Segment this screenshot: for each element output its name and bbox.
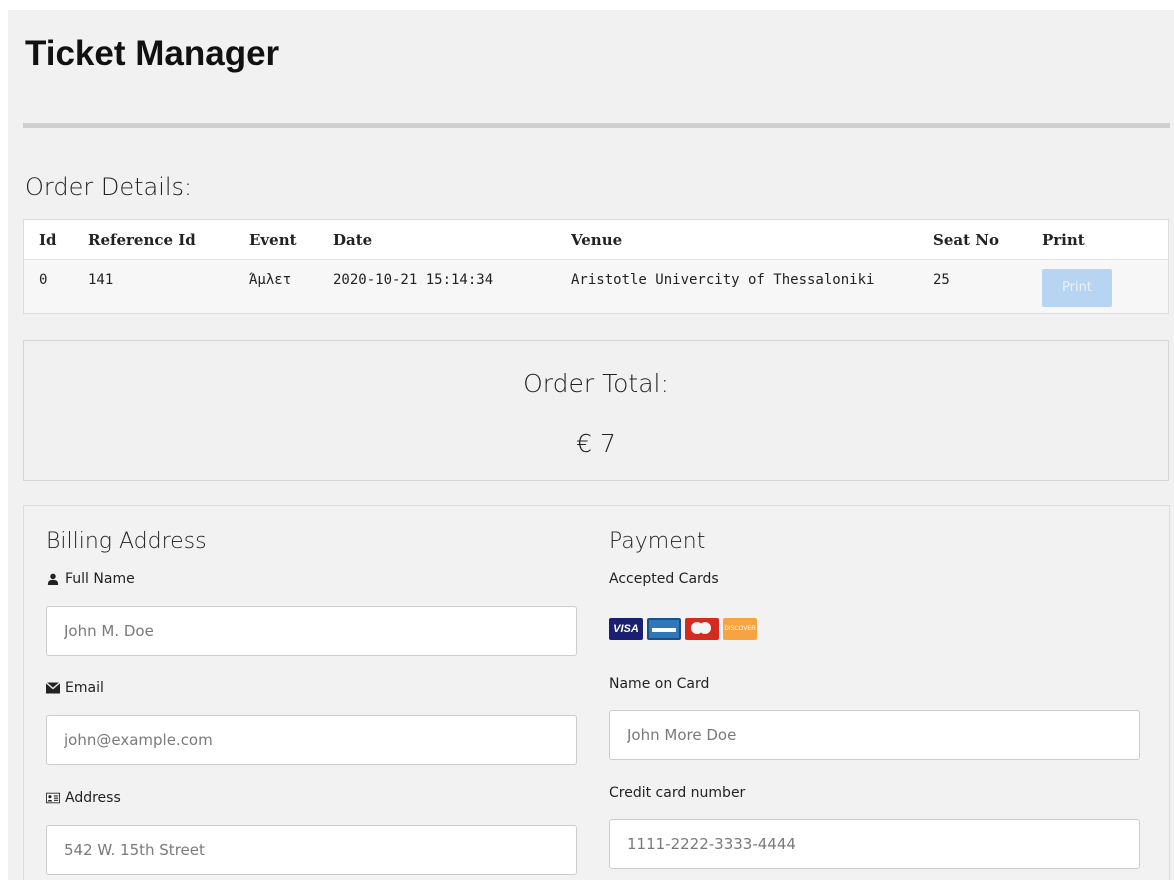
cell-reference-id: 141: [88, 272, 114, 288]
cell-event: Άμλετ: [249, 272, 292, 288]
cell-venue: Aristotle Univercity of Thessaloniki: [571, 272, 875, 288]
envelope-icon: [46, 682, 60, 694]
name-on-card-input[interactable]: [609, 710, 1140, 760]
amex-card-icon: [647, 618, 681, 640]
cell-print: Print: [1027, 260, 1168, 314]
column-header-reference-id: Reference Id: [73, 220, 234, 260]
full-name-label-text: Full Name: [65, 571, 135, 587]
column-header-print: Print: [1027, 220, 1168, 260]
order-total-box: Order Total: € 7: [23, 340, 1169, 481]
table-row: 0 141 Άμλετ 2020-10-21 15:14:34 Aristotl…: [24, 260, 1168, 314]
order-table-container: Id Reference Id Event Date Venue Seat No…: [23, 219, 1169, 314]
column-header-date: Date: [318, 220, 556, 260]
discover-card-icon: DISCOVER: [723, 618, 757, 640]
order-table: Id Reference Id Event Date Venue Seat No…: [24, 220, 1168, 314]
table-header-row: Id Reference Id Event Date Venue Seat No…: [24, 220, 1168, 260]
accepted-cards-icons: VISA DISCOVER: [609, 618, 757, 640]
email-input[interactable]: [46, 715, 577, 765]
column-header-seat-no: Seat No: [918, 220, 1027, 260]
user-icon: [47, 573, 59, 585]
cell-id: 0: [39, 272, 48, 288]
credit-card-number-input[interactable]: [609, 819, 1140, 869]
print-button[interactable]: Print: [1042, 269, 1112, 307]
address-label: Address: [46, 790, 121, 806]
header-divider: [23, 123, 1170, 128]
email-label-text: Email: [65, 680, 104, 696]
address-label-text: Address: [65, 790, 121, 806]
full-name-label: Full Name: [46, 571, 135, 587]
accepted-cards-label: Accepted Cards: [609, 571, 719, 587]
checkout-panel: Billing Address Full Name Email: [23, 505, 1170, 880]
name-on-card-label: Name on Card: [609, 676, 710, 692]
billing-address-title: Billing Address: [46, 529, 207, 554]
email-label: Email: [46, 680, 104, 696]
column-header-id: Id: [24, 220, 73, 260]
address-input[interactable]: [46, 825, 577, 875]
mastercard-icon: [685, 618, 719, 640]
cell-date: 2020-10-21 15:14:34: [333, 272, 494, 288]
app-title: Ticket Manager: [25, 34, 280, 73]
credit-card-number-label: Credit card number: [609, 785, 746, 801]
payment-title: Payment: [609, 529, 706, 554]
visa-card-icon: VISA: [609, 618, 643, 640]
column-header-event: Event: [234, 220, 318, 260]
order-total-label: Order Total:: [523, 369, 669, 398]
order-total-amount: € 7: [576, 429, 616, 458]
cell-seat-no: 25: [933, 272, 950, 288]
address-card-icon: [46, 792, 60, 804]
full-name-input[interactable]: [46, 606, 577, 656]
column-header-venue: Venue: [556, 220, 918, 260]
page: Ticket Manager Order Details: Id Referen…: [8, 10, 1174, 880]
order-details-title: Order Details:: [25, 173, 193, 201]
